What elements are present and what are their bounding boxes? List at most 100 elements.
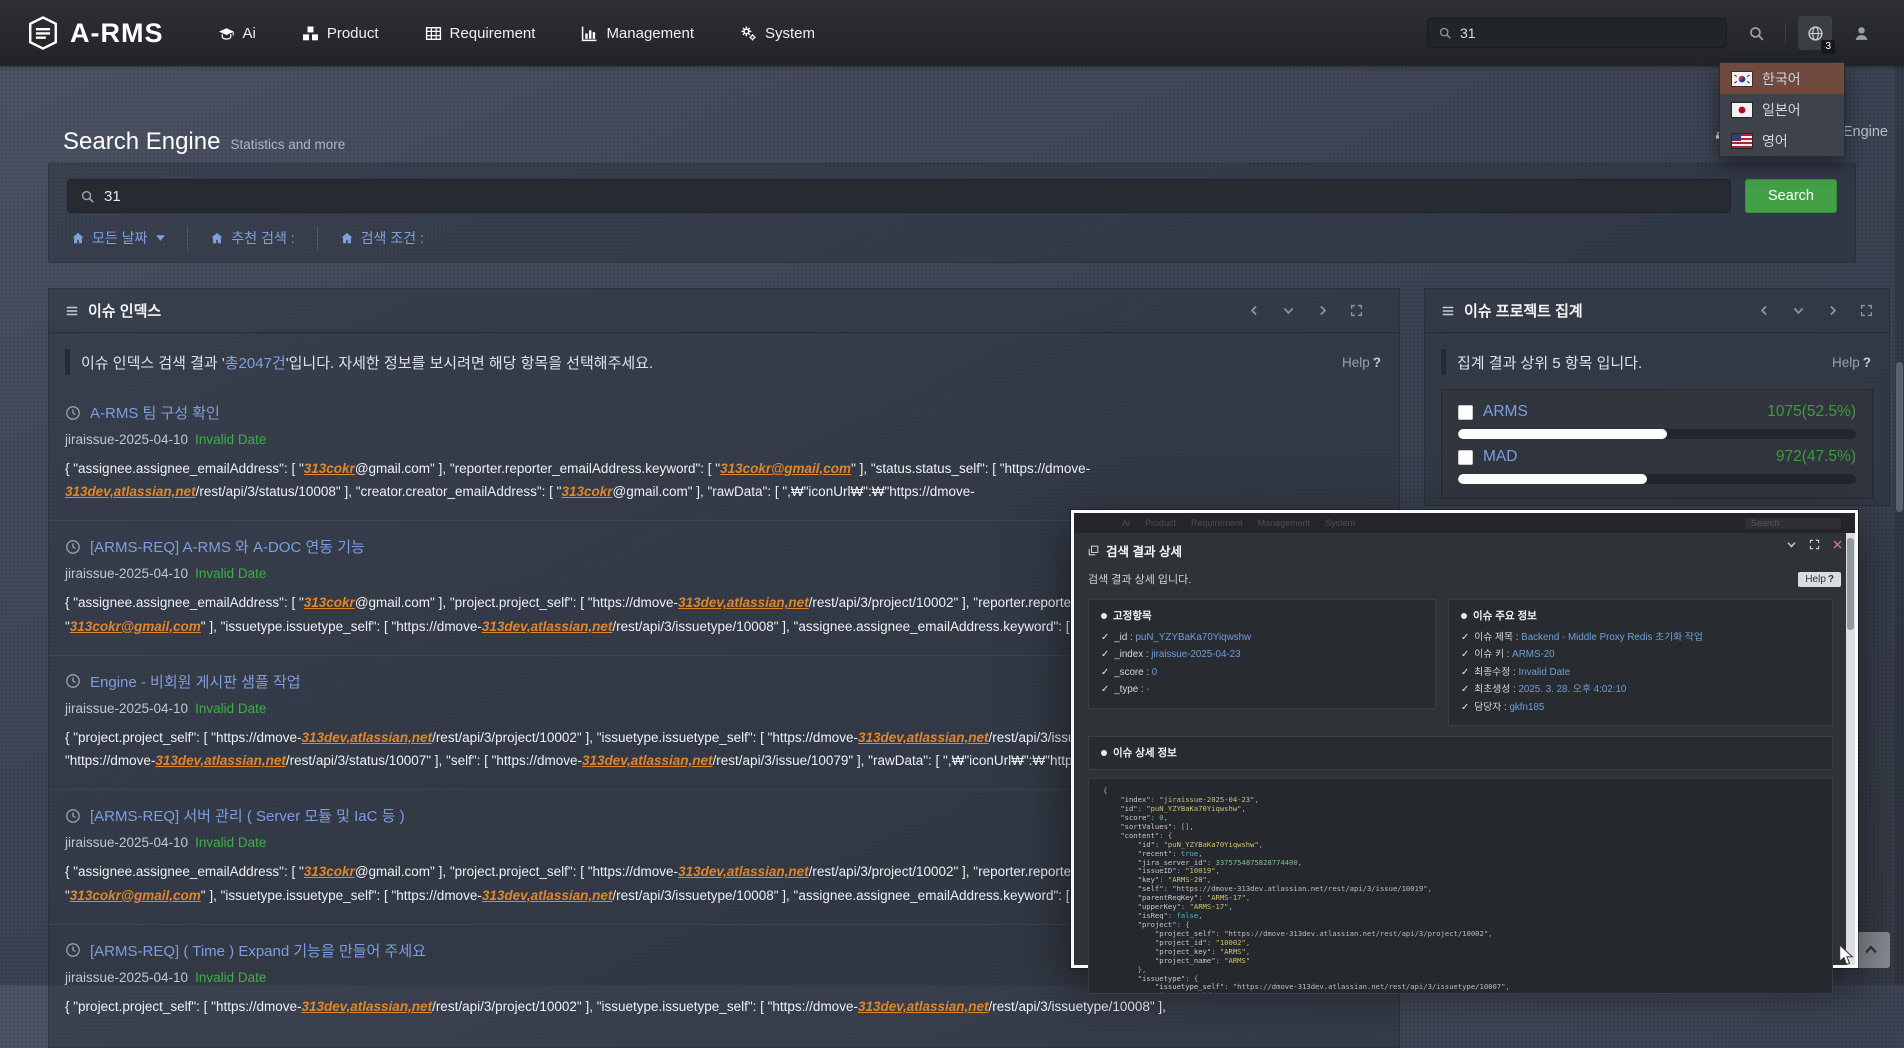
issue-title-row: A-RMS 팀 구성 확인	[65, 402, 1383, 423]
modal-field: ✓_type : -	[1101, 681, 1423, 698]
main-search-input[interactable]	[104, 188, 1718, 205]
lang-option-jp[interactable]: 일본어	[1720, 94, 1844, 125]
agg-row-head: ARMS 1075(52.5%)	[1458, 403, 1856, 421]
project-checkbox[interactable]	[1458, 450, 1473, 465]
modal-scrollbar-thumb[interactable]	[1847, 538, 1854, 630]
issue-title-link[interactable]: [ARMS-REQ] 서버 관리 ( Server 모듈 및 IaC 등 )	[90, 805, 405, 826]
scrollbar-thumb[interactable]	[1896, 362, 1903, 512]
page-scrollbar[interactable]	[1895, 66, 1904, 985]
modal-title: 검색 결과 상세	[1106, 541, 1182, 560]
result-count-link[interactable]: 총2047건	[225, 355, 286, 372]
issue-source: jiraissue-2025-04-10	[65, 566, 188, 581]
flag-jp-icon	[1732, 103, 1752, 117]
field-key: 최초생성	[1474, 684, 1510, 695]
cubes-icon	[302, 25, 319, 42]
menu-lines-icon	[65, 304, 79, 318]
menu-item-product[interactable]: Product	[302, 25, 379, 42]
clock-icon	[65, 808, 81, 824]
user-button[interactable]	[1844, 16, 1878, 50]
main-menu: Ai Product Requirement Management System	[218, 25, 816, 42]
panel-expand-button[interactable]	[1350, 304, 1363, 317]
progress-fill	[1458, 474, 1647, 484]
field-key: 담당자	[1474, 702, 1501, 713]
filter-button-0[interactable]: 모든 날짜	[67, 226, 188, 250]
help-button[interactable]: Help?	[1342, 355, 1381, 370]
agg-info-text: 집계 결과 상위 5 항목 입니다.	[1457, 352, 1642, 373]
project-agg-panel: 이슈 프로젝트 집계 집계 결과 상위 5 항목 입니다. Help? ARMS…	[1424, 288, 1890, 506]
agg-panel-title: 이슈 프로젝트 집계	[1464, 300, 1583, 321]
issue-title-link[interactable]: [ARMS-REQ] A-RMS 와 A-DOC 연동 기능	[90, 536, 365, 557]
page-title: Search Engine	[63, 128, 220, 156]
menu-item-requirement[interactable]: Requirement	[425, 25, 536, 42]
check-icon: ✓	[1461, 632, 1469, 643]
panel-prev-button[interactable]	[1248, 304, 1261, 317]
issue-json-line: 313dev,atlassian,net/rest/api/3/status/1…	[65, 480, 1383, 503]
check-icon: ✓	[1461, 684, 1469, 695]
project-label-link[interactable]: ARMS	[1483, 403, 1528, 421]
main-search-box	[67, 179, 1731, 213]
field-key: _score	[1114, 667, 1143, 678]
modal-scrollbar[interactable]	[1846, 533, 1855, 965]
bar-chart-icon	[581, 25, 598, 42]
bullet-icon	[1101, 750, 1107, 756]
issue-title-link[interactable]: [ARMS-REQ] ( Time ) Expand 기능을 만들어 주세요	[90, 940, 426, 961]
filter-button-2[interactable]: 검색 조건 :	[318, 226, 446, 250]
home-icon	[340, 231, 354, 245]
issue-title-link[interactable]: A-RMS 팀 구성 확인	[90, 402, 220, 423]
clock-icon	[65, 942, 81, 958]
field-key: 이슈 제목	[1474, 632, 1513, 643]
panel-next-button[interactable]	[1826, 304, 1839, 317]
menu-item-management[interactable]: Management	[581, 25, 694, 42]
chevron-up-icon	[1863, 942, 1879, 958]
navbar-search-input[interactable]	[1460, 25, 1716, 41]
panel-collapse-button[interactable]	[1792, 304, 1805, 317]
fixed-fields-title: 고정항목	[1101, 608, 1423, 623]
project-checkbox[interactable]	[1458, 405, 1473, 420]
panel-collapse-button[interactable]	[1282, 304, 1295, 317]
field-value: Backend - Middle Proxy Redis 초기화 작업	[1521, 632, 1703, 643]
field-value: puN_YZYBaKa70Yiqwshw	[1135, 632, 1251, 643]
brand-logo[interactable]: A-RMS	[26, 16, 164, 50]
bullet-icon	[1101, 613, 1107, 619]
panel-controls	[1758, 304, 1873, 317]
progress-bar	[1458, 474, 1856, 484]
window-restore-icon	[1088, 545, 1099, 556]
filter-button-1[interactable]: 추천 검색 :	[188, 226, 317, 250]
panel-expand-button[interactable]	[1860, 304, 1873, 317]
flag-kr-icon	[1732, 72, 1752, 86]
fixed-fields-box: 고정항목 ✓_id : puN_YZYBaKa70Yiqwshw✓_index …	[1088, 599, 1436, 709]
project-label-link[interactable]: MAD	[1483, 448, 1517, 466]
page-header: Search Engine Statistics and more	[63, 128, 345, 156]
mini-search-box: Search	[1745, 518, 1841, 529]
panel-prev-button[interactable]	[1758, 304, 1771, 317]
modal-field: ✓_index : jiraissue-2025-04-23	[1101, 646, 1423, 663]
user-icon	[1853, 25, 1870, 42]
help-button[interactable]: Help?	[1832, 355, 1871, 370]
lang-option-kr[interactable]: 한국어	[1720, 63, 1844, 94]
menu-item-ai[interactable]: Ai	[218, 25, 256, 42]
agg-row-arms: ARMS 1075(52.5%)	[1458, 403, 1856, 439]
field-key: 최종수정	[1474, 667, 1510, 678]
menu-item-system[interactable]: System	[740, 25, 815, 42]
modal-expand-button[interactable]	[1809, 539, 1820, 550]
modal-minimize-button[interactable]	[1786, 539, 1797, 550]
caret-down-icon	[156, 235, 165, 241]
project-count: 1075(52.5%)	[1767, 403, 1856, 421]
navbar-search-button[interactable]	[1739, 16, 1773, 50]
search-button[interactable]: Search	[1745, 179, 1837, 213]
field-value: -	[1146, 684, 1149, 695]
lang-option-us[interactable]: 영어	[1720, 125, 1844, 156]
modal-field: ✓이슈 키 : ARMS-20	[1461, 646, 1820, 663]
language-button[interactable]: 3	[1798, 16, 1832, 50]
modal-help-button[interactable]: Help?	[1798, 572, 1841, 587]
progress-bar	[1458, 429, 1856, 439]
modal-close-button[interactable]	[1832, 539, 1843, 550]
panel-next-button[interactable]	[1316, 304, 1329, 317]
lang-label: 영어	[1762, 131, 1788, 151]
issue-title-link[interactable]: Engine - 비회원 게시판 샘플 작업	[90, 671, 301, 692]
issue-date-status: Invalid Date	[195, 566, 266, 581]
issue-detail-code-block: { "index": "jiraissue-2025-04-23", "id":…	[1088, 778, 1833, 994]
issue-info-row: 이슈 인덱스 검색 결과 '총2047건'입니다. 자세한 정보를 보시려면 해…	[65, 349, 1381, 375]
page-subtitle: Statistics and more	[230, 137, 345, 152]
top-navbar: A-RMS Ai Product Requirement Management Syst…	[0, 0, 1904, 66]
